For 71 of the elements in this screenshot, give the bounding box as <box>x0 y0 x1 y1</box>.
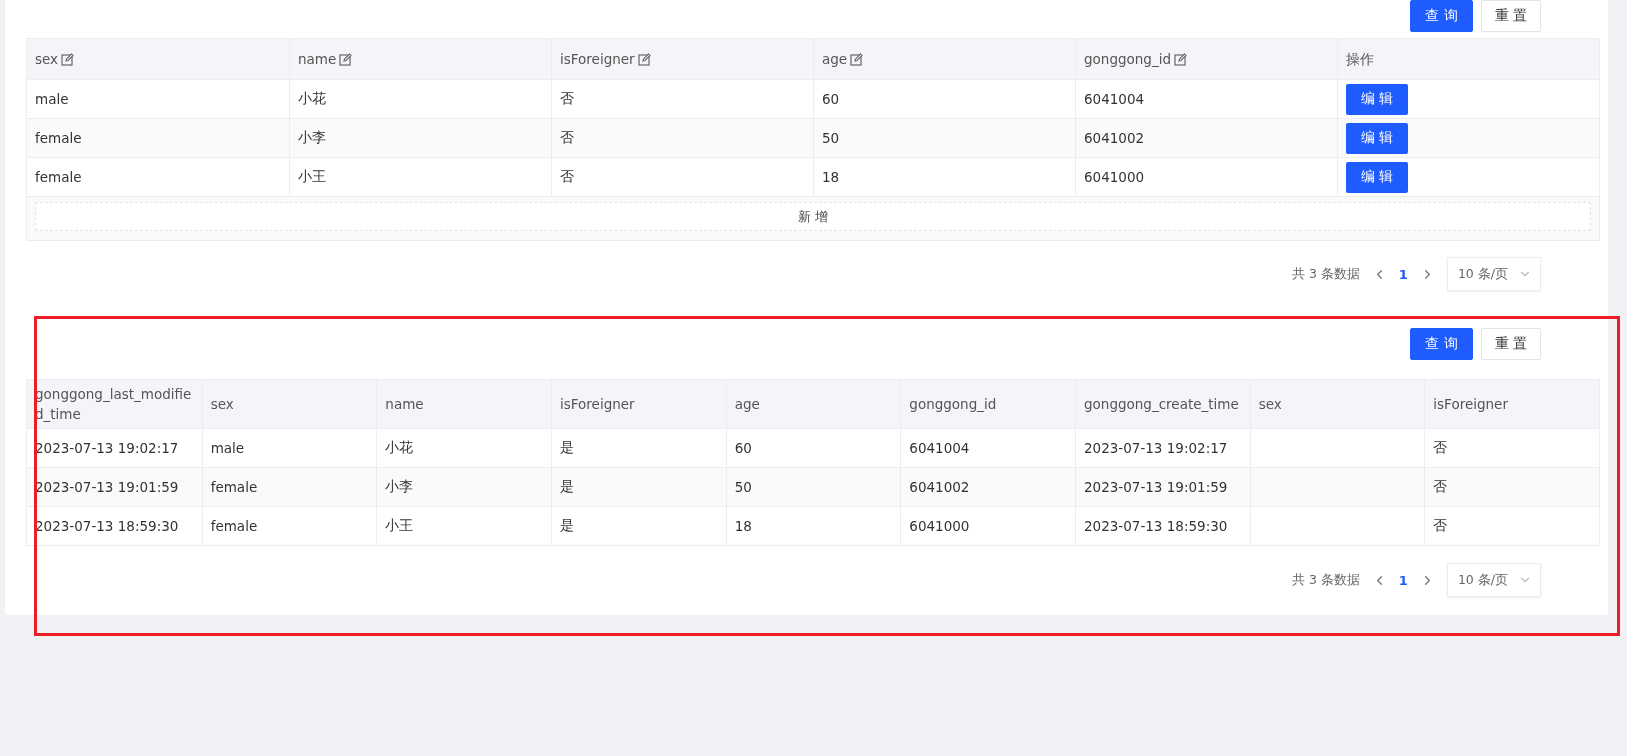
column-title: gonggong_id <box>1084 50 1171 69</box>
add-row-button[interactable]: 新 增 <box>35 202 1591 231</box>
reset-button[interactable]: 重 置 <box>1481 328 1541 360</box>
table-cell: 小王 <box>289 157 551 196</box>
table-cell: 否 <box>1424 428 1599 467</box>
column-title: name <box>298 50 337 69</box>
table-cell: 是 <box>551 506 726 545</box>
column-header: sex <box>201 380 377 428</box>
edit-button[interactable]: 编 辑 <box>1346 83 1408 115</box>
column-header: gonggong_create_time <box>1075 380 1250 428</box>
table-cell: 50 <box>813 118 1075 157</box>
column-header: name <box>376 380 551 428</box>
table-cell: 否 <box>1424 506 1599 545</box>
table-cell: 是 <box>551 467 726 506</box>
table-cell: 6041000 <box>1075 157 1337 196</box>
table-cell: 小王 <box>376 506 551 545</box>
column-header: gonggong_last_modified_time <box>27 380 202 428</box>
table-cell: 小花 <box>289 79 551 118</box>
column-title: isForeigner <box>560 50 635 69</box>
table-cell: 6041004 <box>900 428 1075 467</box>
table-cell: 小花 <box>376 428 551 467</box>
table-cell: 2023-07-13 18:59:30 <box>1075 506 1250 545</box>
table-cell: 6041002 <box>900 467 1075 506</box>
table-cell: 小李 <box>289 118 551 157</box>
table-cell: 2023-07-13 19:01:59 <box>1075 467 1250 506</box>
page-size-select[interactable]: 10 条/页 <box>1446 563 1541 597</box>
table-cell: 否 <box>1424 467 1599 506</box>
table-cell: 否 <box>551 79 813 118</box>
table-cell: 否 <box>551 118 813 157</box>
table-cell: female <box>201 467 377 506</box>
total-count: 共 3 条数据 <box>1291 571 1360 589</box>
page-number[interactable]: 1 <box>1398 572 1408 588</box>
edit-button[interactable]: 编 辑 <box>1346 161 1408 193</box>
column-header: isForeigner <box>1424 380 1599 428</box>
edit-button[interactable]: 编 辑 <box>1346 122 1408 154</box>
table-cell: 6041004 <box>1075 79 1337 118</box>
table-cell: 18 <box>725 506 901 545</box>
column-header: gonggong_id <box>900 380 1075 428</box>
page-number[interactable]: 1 <box>1398 266 1408 282</box>
table-cell: 18 <box>813 157 1075 196</box>
table-cell: 2023-07-13 19:01:59 <box>27 467 202 506</box>
edit-icon[interactable] <box>637 52 651 66</box>
column-header: 操作 <box>1337 39 1599 79</box>
column-header: isForeigner <box>551 380 726 428</box>
edit-icon[interactable] <box>1174 52 1187 66</box>
query-button[interactable]: 查 询 <box>1410 0 1473 32</box>
query-button[interactable]: 查 询 <box>1410 328 1473 360</box>
table-cell: female <box>201 506 377 545</box>
table-cell: 6041000 <box>900 506 1075 545</box>
table-cell: 50 <box>725 467 901 506</box>
edit-icon[interactable] <box>61 52 75 66</box>
table-cell: 6041002 <box>1075 118 1337 157</box>
table-cell: 2023-07-13 18:59:30 <box>27 506 202 545</box>
table-cell: 2023-07-13 19:02:17 <box>1075 428 1250 467</box>
table-cell: 60 <box>813 79 1075 118</box>
page-size-select[interactable]: 10 条/页 <box>1446 257 1541 291</box>
edit-icon[interactable] <box>850 52 864 66</box>
column-title: sex <box>35 50 59 69</box>
table-cell: male <box>201 428 377 467</box>
table-cell: 是 <box>551 428 726 467</box>
column-header: sex <box>1249 380 1425 428</box>
reset-button[interactable]: 重 置 <box>1481 0 1541 32</box>
total-count: 共 3 条数据 <box>1291 265 1360 283</box>
table-cell: 小李 <box>376 467 551 506</box>
column-header: age <box>725 380 901 428</box>
table-cell: 60 <box>725 428 901 467</box>
edit-icon[interactable] <box>339 52 353 66</box>
table-cell: 否 <box>551 157 813 196</box>
column-title: age <box>822 50 848 69</box>
table-cell: female <box>27 118 289 157</box>
table-cell: 2023-07-13 19:02:17 <box>27 428 202 467</box>
